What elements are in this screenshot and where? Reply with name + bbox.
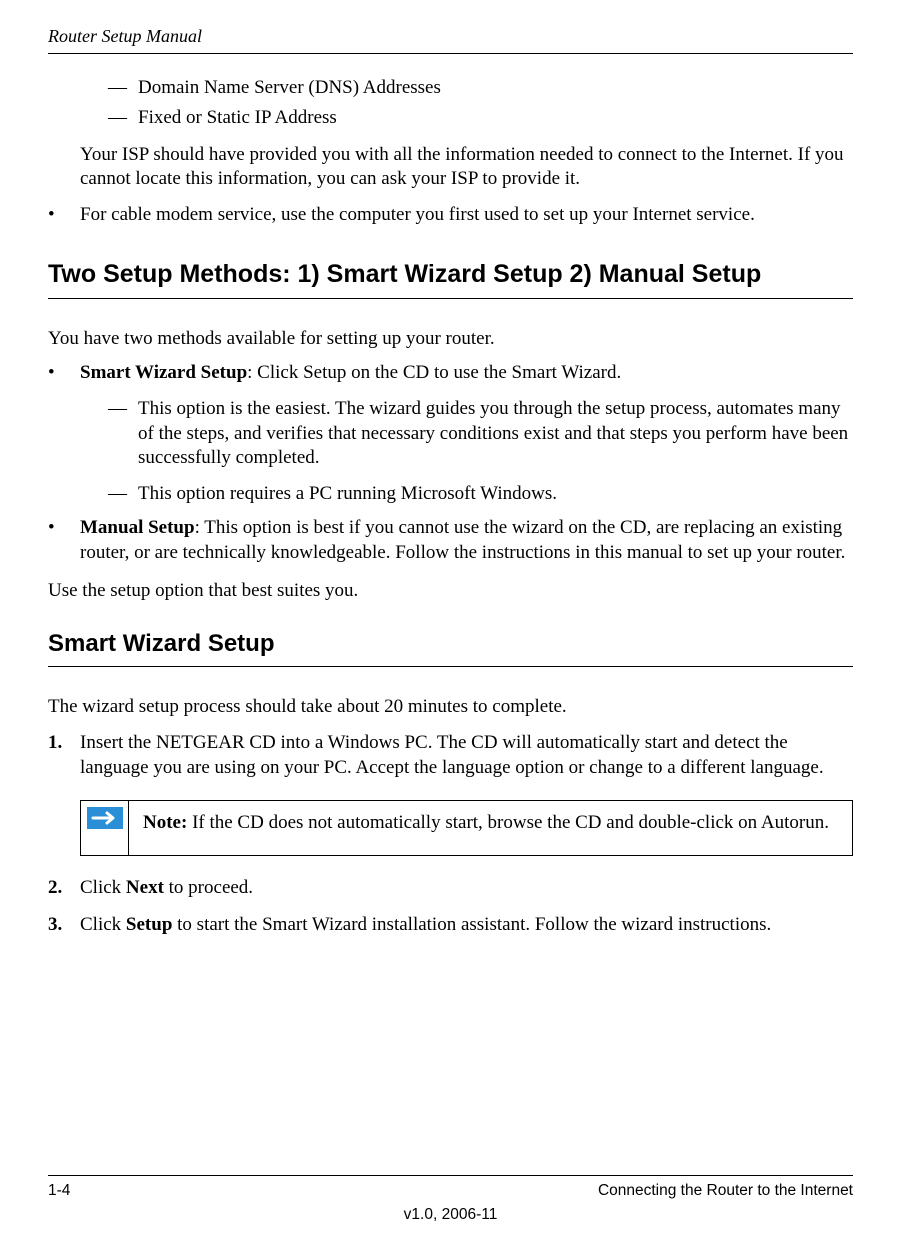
dash-marker: — [108,482,138,506]
step-2-text: Click Next to proceed. [80,876,253,900]
bullet-marker: • [48,361,80,385]
note-body: If the CD does not automatically start, … [187,812,829,833]
step-2-next: Next [126,877,164,898]
sw-windows-item: This option requires a PC running Micros… [138,482,557,506]
bullet-marker: • [48,203,80,227]
smart-wizard-label: Smart Wizard Setup [80,362,247,383]
step-number-2: 2. [48,876,80,900]
manual-setup-item: Manual Setup: This option is best if you… [80,516,853,565]
arrow-right-icon [87,807,123,829]
heading-rule [48,666,853,667]
header-title: Router Setup Manual [48,26,853,47]
manual-setup-desc: : This option is best if you cannot use … [80,517,845,562]
dns-addresses-item: Domain Name Server (DNS) Addresses [138,76,441,100]
cable-modem-item: For cable modem service, use the compute… [80,203,755,227]
step-number-3: 3. [48,913,80,937]
smart-wizard-item: Smart Wizard Setup: Click Setup on the C… [80,361,621,385]
step-1-text: Insert the NETGEAR CD into a Windows PC.… [80,731,853,780]
step-number-1: 1. [48,731,80,780]
footer-section-title: Connecting the Router to the Internet [598,1182,853,1200]
step-3-a: Click [80,914,126,935]
wizard-time-para: The wizard setup process should take abo… [48,695,853,719]
dash-marker: — [108,76,138,100]
step-3-setup: Setup [126,914,172,935]
page-number: 1-4 [48,1182,70,1200]
heading-rule [48,298,853,299]
step-2-a: Click [80,877,126,898]
header-rule [48,53,853,54]
note-text: Note: If the CD does not automatically s… [129,801,843,855]
footer-rule [48,1175,853,1176]
note-label: Note: [143,812,187,833]
step-3-b: to start the Smart Wizard installation a… [172,914,771,935]
two-methods-intro: You have two methods available for setti… [48,327,853,351]
manual-setup-label: Manual Setup [80,517,195,538]
static-ip-item: Fixed or Static IP Address [138,106,337,130]
use-option-para: Use the setup option that best suites yo… [48,579,853,603]
dash-marker: — [108,397,138,470]
sw-easiest-item: This option is the easiest. The wizard g… [138,397,853,470]
isp-paragraph: Your ISP should have provided you with a… [80,143,853,192]
step-3-text: Click Setup to start the Smart Wizard in… [80,913,771,937]
footer-version: v1.0, 2006-11 [48,1206,853,1224]
heading-smart-wizard-setup: Smart Wizard Setup [48,629,853,660]
note-box: Note: If the CD does not automatically s… [80,800,853,856]
dash-marker: — [108,106,138,130]
step-2-b: to proceed. [164,877,253,898]
page-footer: 1-4 Connecting the Router to the Interne… [48,1175,853,1224]
smart-wizard-desc: : Click Setup on the CD to use the Smart… [247,362,621,383]
heading-two-setup-methods: Two Setup Methods: 1) Smart Wizard Setup… [48,258,853,290]
bullet-marker: • [48,516,80,565]
note-icon-cell [81,801,129,855]
